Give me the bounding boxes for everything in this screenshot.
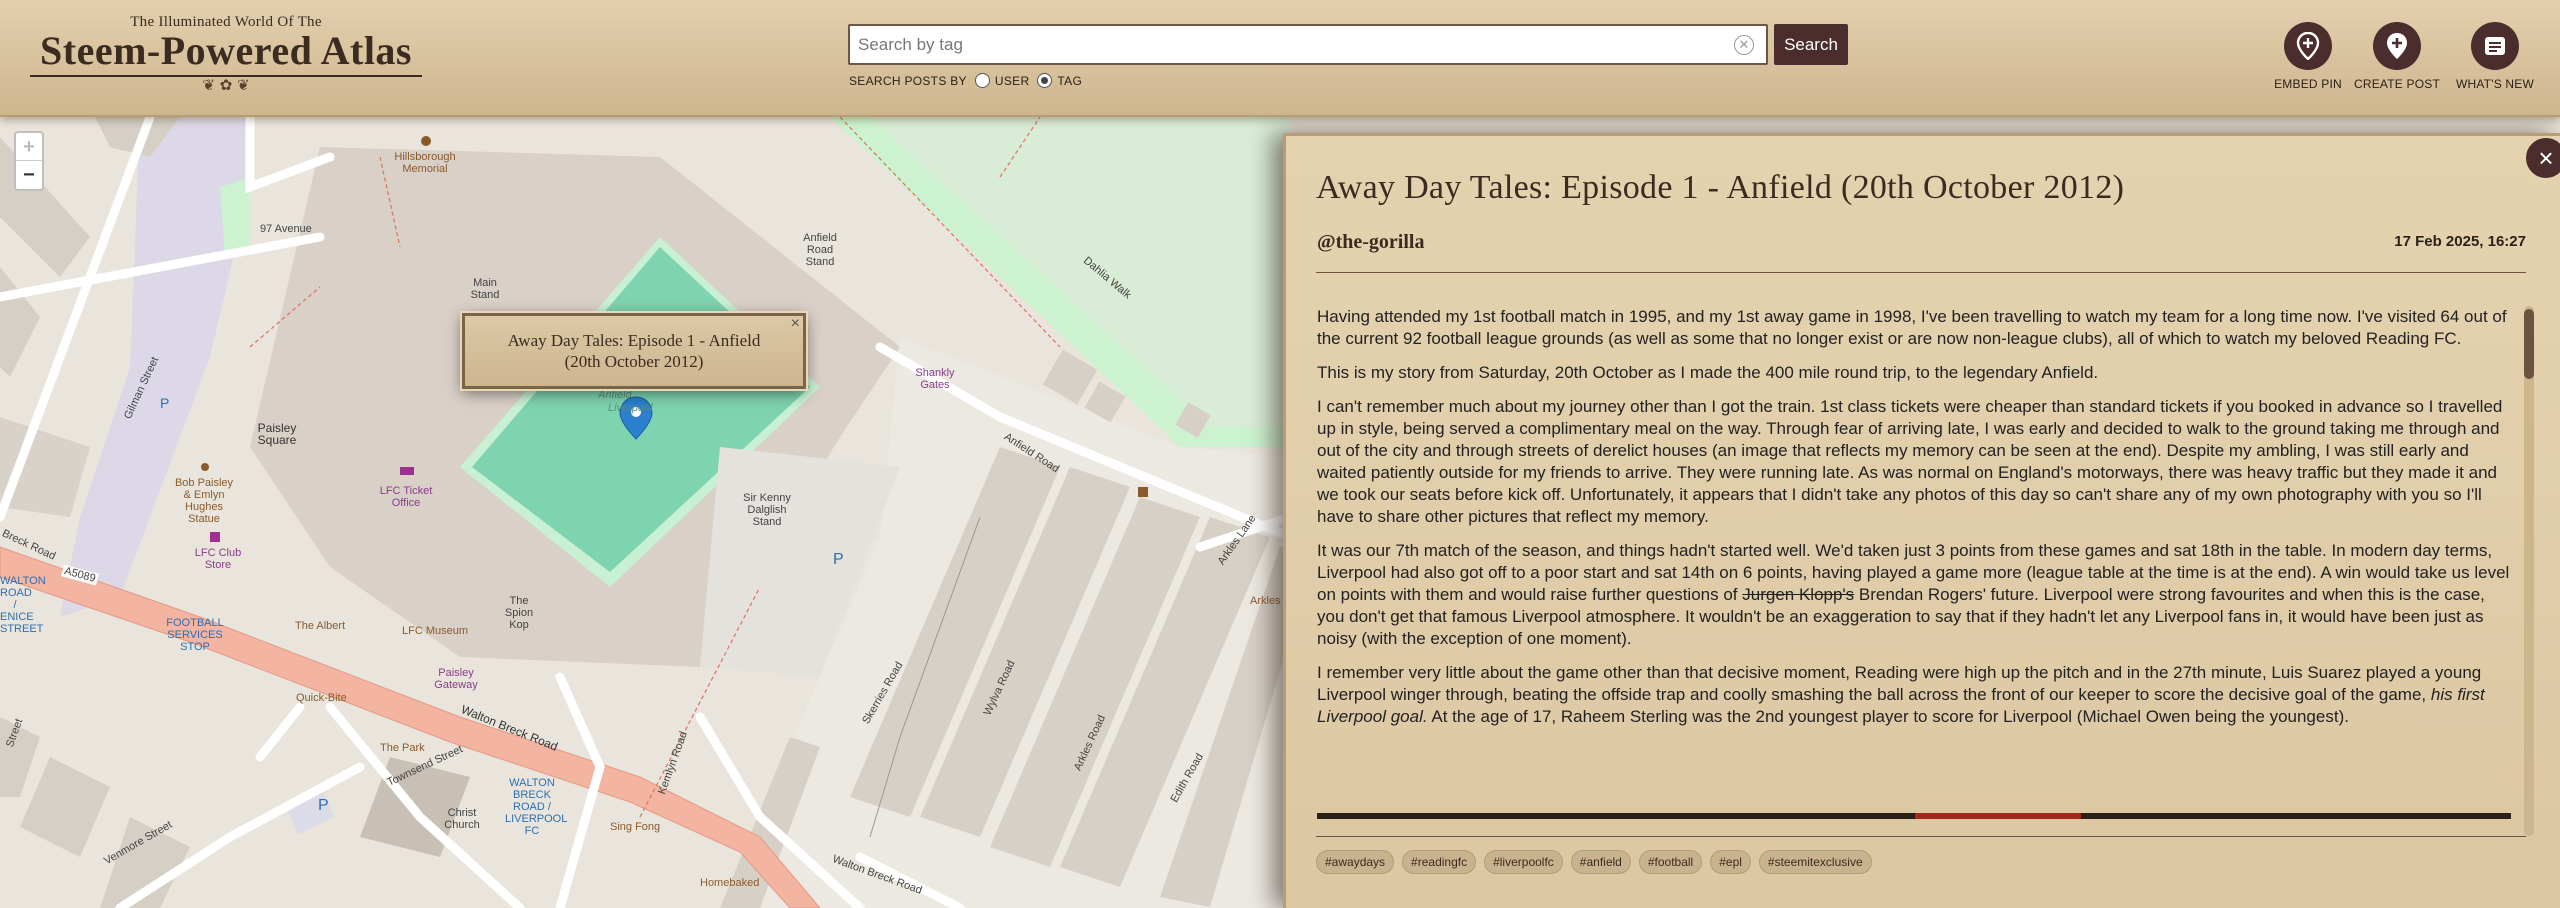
post-scrollbar[interactable] xyxy=(2524,306,2534,836)
create-post-button[interactable]: CREATE POST xyxy=(2352,22,2442,91)
app-header: The Illuminated World Of The Steem-Power… xyxy=(0,0,2560,117)
embed-pin-label: EMBED PIN xyxy=(2274,77,2342,91)
map-label-sing-fong: Sing Fong xyxy=(610,821,661,833)
post-paragraph: It was our 7th match of the season, and … xyxy=(1317,540,2511,650)
map-label-walton-road-stop: WALTON ROAD / ENICE STREET xyxy=(0,575,46,635)
map-label-anfield-road-stand: Anfield Road Stand xyxy=(803,232,837,268)
logo-title: Steem-Powered Atlas xyxy=(40,28,412,73)
tag-radio-label: TAG xyxy=(1057,73,1083,88)
post-text: I remember very little about the game ot… xyxy=(1317,663,2482,704)
panel-divider xyxy=(1316,836,2526,837)
post-paragraph: I can't remember much about my journey o… xyxy=(1317,397,2503,526)
post-author[interactable]: @the-gorilla xyxy=(1317,231,1424,254)
map-label-the-park: The Park xyxy=(380,742,425,754)
zoom-control: + − xyxy=(14,131,44,191)
map-label-bob-paisley: Bob Paisley & Emlyn Hughes Statue xyxy=(174,477,234,525)
post-paragraph: I remember very little about the game ot… xyxy=(1317,662,2511,728)
post-paragraph: This is my story from Saturday, 20th Oct… xyxy=(1317,363,2099,382)
pin-plus-icon xyxy=(2284,22,2332,70)
post-paragraph: Having attended my 1st football match in… xyxy=(1317,307,2507,348)
map-label-quick-bite: Quick-Bite xyxy=(296,692,347,704)
search-input[interactable] xyxy=(858,32,1718,58)
search-posts-by-label: SEARCH POSTS BY xyxy=(849,73,967,88)
map-label-arkles: Arkles xyxy=(1250,595,1281,607)
map-label-spion-kop: The Spion Kop xyxy=(504,595,534,631)
map-view[interactable]: + − Hillsborough Memorial 97 Avenue Main… xyxy=(0,117,1290,908)
zoom-out-button[interactable]: − xyxy=(16,161,42,189)
tag-chip[interactable]: #liverpoolfc xyxy=(1484,850,1563,874)
map-label-97-avenue: 97 Avenue xyxy=(260,223,312,235)
pin-add-icon xyxy=(2373,22,2421,70)
map-label-football-services: FOOTBALL SERVICES STOP xyxy=(166,617,224,653)
whats-new-button[interactable]: WHAT'S NEW xyxy=(2450,22,2540,91)
map-label-main-stand: Main Stand xyxy=(470,277,500,301)
popup-title[interactable]: Away Day Tales: Episode 1 - Anfield (20t… xyxy=(489,330,779,372)
search-button[interactable]: Search xyxy=(1774,24,1848,65)
user-radio-label: USER xyxy=(994,73,1030,88)
search-by-options: SEARCH POSTS BY USER TAG xyxy=(849,73,1082,88)
map-label-paisley-square: Paisley Square xyxy=(257,421,297,447)
whats-new-label: WHAT'S NEW xyxy=(2455,77,2535,91)
map-label-hillsborough: Hillsborough Memorial xyxy=(394,151,456,175)
map-label-walton-breck-stop: WALTON BRECK ROAD / LIVERPOOL FC xyxy=(505,777,568,837)
user-radio[interactable] xyxy=(974,73,990,88)
post-panel: × Away Day Tales: Episode 1 - Anfield (2… xyxy=(1283,133,2560,908)
parking-icon: P xyxy=(318,797,329,814)
popup-close-icon[interactable]: × xyxy=(791,315,800,333)
search-by-tag-option[interactable]: TAG xyxy=(1037,73,1082,88)
scrollbar-thumb[interactable] xyxy=(2524,309,2534,379)
map-label-liverpool: Liverpool xyxy=(608,402,653,414)
tag-chip[interactable]: #steemitexclusive xyxy=(1758,850,1872,874)
post-title: Away Day Tales: Episode 1 - Anfield (20t… xyxy=(1316,169,2125,206)
tag-chip[interactable]: #anfield xyxy=(1570,850,1631,874)
tag-list: #awaydays #readingfc #liverpoolfc #anfie… xyxy=(1316,850,1872,874)
map-label-the-albert: The Albert xyxy=(295,620,346,632)
search-box: ✕ xyxy=(848,24,1768,65)
clear-search-icon[interactable]: ✕ xyxy=(1734,35,1754,55)
site-logo[interactable]: The Illuminated World Of The Steem-Power… xyxy=(30,14,422,93)
tag-radio[interactable] xyxy=(1037,73,1053,88)
map-label-sir-kenny: Sir Kenny Dalglish Stand xyxy=(743,492,791,528)
map-label-anfield: Anfield xyxy=(598,389,632,401)
map-label-lfc-ticket-office: LFC Ticket Office xyxy=(379,485,433,509)
map-label-christ-church: Christ Church xyxy=(444,807,480,831)
post-body: Having attended my 1st football match in… xyxy=(1317,306,2511,796)
search-by-user-option[interactable]: USER xyxy=(974,73,1030,88)
map-label-homebaked: Homebaked xyxy=(700,877,760,889)
panel-divider xyxy=(1316,272,2526,273)
map-popup[interactable]: × Away Day Tales: Episode 1 - Anfield (2… xyxy=(462,313,806,389)
struck-text: Jurgen Klopp's xyxy=(1742,585,1855,604)
map-label-lfc-museum: LFC Museum xyxy=(402,625,469,637)
post-text: At the age of 17, Raheem Sterling was th… xyxy=(1427,707,2349,726)
map-label-lfc-club-store: LFC Club Store xyxy=(194,547,242,571)
tag-chip[interactable]: #readingfc xyxy=(1402,850,1477,874)
map-label-shankly-gates: Shankly Gates xyxy=(915,367,955,391)
panel-close-button[interactable]: × xyxy=(2524,136,2560,180)
logo-flourish: ❦ ✿ ❦ xyxy=(202,76,250,94)
map-label-paisley-gateway: Paisley Gateway xyxy=(434,667,478,691)
news-icon xyxy=(2471,22,2519,70)
post-date: 17 Feb 2025, 16:27 xyxy=(2394,233,2526,250)
tag-chip[interactable]: #awaydays xyxy=(1316,850,1395,874)
tag-chip[interactable]: #football xyxy=(1638,850,1703,874)
parking-icon: P xyxy=(160,395,170,411)
tag-chip[interactable]: #epl xyxy=(1710,850,1751,874)
create-post-label: CREATE POST xyxy=(2354,77,2440,91)
embed-pin-button[interactable]: EMBED PIN xyxy=(2263,22,2353,91)
parking-icon: P xyxy=(833,551,844,568)
zoom-in-button[interactable]: + xyxy=(16,133,42,161)
post-image-top-edge xyxy=(1317,813,2511,819)
